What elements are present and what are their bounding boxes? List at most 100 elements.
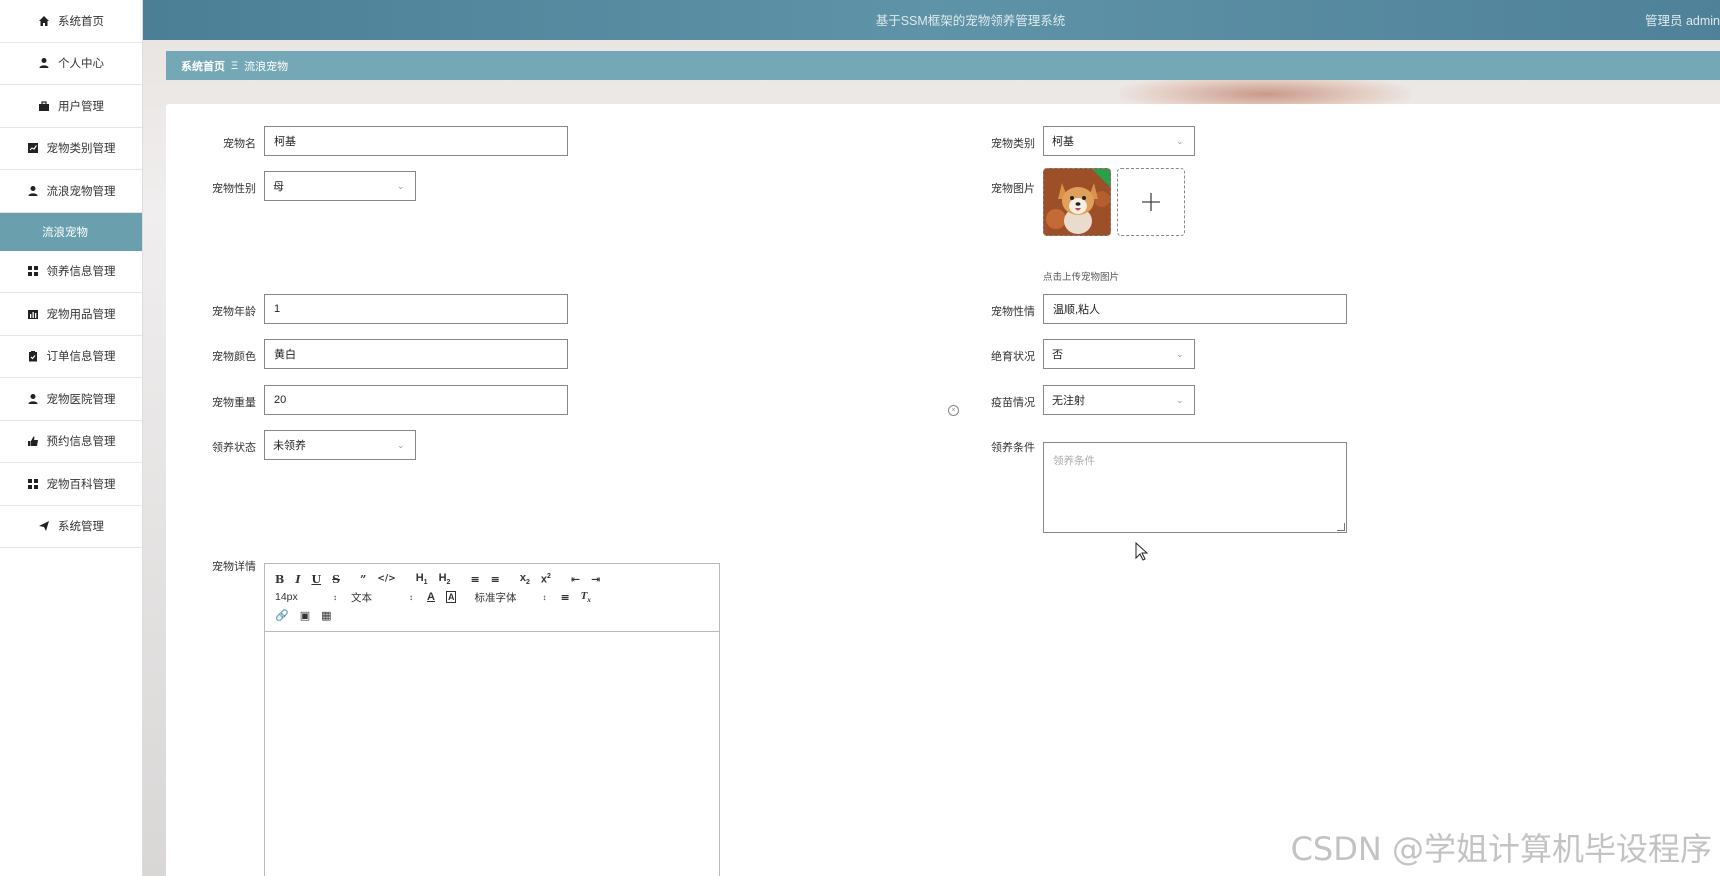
vaccine-select[interactable]: 无注射 ⌄ [1043, 385, 1195, 415]
upload-hint: 点击上传宠物图片 [1043, 272, 1120, 283]
bold-button[interactable]: B [275, 573, 284, 586]
sidebar-item-system[interactable]: 系统管理 [0, 506, 142, 548]
pet-gender-label: 宠物性别 [212, 183, 256, 195]
sidebar: 系统首页 个人中心 用户管理 宠物类别管理 流浪宠物管理 流浪宠物 领养信息管理… [0, 0, 143, 876]
pet-color-label: 宠物颜色 [212, 351, 256, 363]
h2-button[interactable]: H2 [439, 572, 451, 586]
watermark: CSDN @学姐计算机毕设程序 [1290, 830, 1712, 868]
sterilized-select[interactable]: 否 ⌄ [1043, 339, 1195, 369]
sidebar-item-orders[interactable]: 订单信息管理 [0, 336, 142, 378]
underline-button[interactable]: U [311, 573, 321, 586]
sidebar-item-pet-hospital[interactable]: 宠物医院管理 [0, 378, 142, 421]
superscript-button[interactable]: x2 [541, 573, 551, 586]
indent-icon[interactable]: ⇥ [591, 573, 600, 586]
sidebar-item-label: 宠物类别管理 [46, 143, 116, 156]
breadcrumb-home[interactable]: 系统首页 [181, 58, 225, 74]
plus-icon [1142, 193, 1160, 211]
pet-weight-input[interactable]: 20 [264, 385, 568, 415]
pet-gender-value: 母 [273, 181, 284, 193]
clear-format-icon[interactable]: Tx [581, 590, 591, 604]
editor-toolbar: B I U S ” </> H1 H2 ≡ ≡ x2 x2 ⇤ ⇥ 14px ↕ … [265, 564, 719, 632]
sidebar-item-pet-supplies[interactable]: 宠物用品管理 [0, 293, 142, 336]
sidebar-item-label: 流浪宠物 [42, 226, 88, 239]
resize-handle[interactable] [1337, 523, 1345, 531]
rich-text-editor: B I U S ” </> H1 H2 ≡ ≡ x2 x2 ⇤ ⇥ 14px ↕ … [264, 563, 720, 876]
mouse-cursor-icon [1135, 542, 1149, 561]
sidebar-item-appointments[interactable]: 预约信息管理 [0, 421, 142, 463]
toolbar-row: B I U S ” </> H1 H2 ≡ ≡ x2 x2 ⇤ ⇥ [275, 570, 709, 588]
chart-icon [27, 143, 38, 154]
bar-chart-icon [27, 309, 38, 319]
adopt-status-value: 未领养 [273, 440, 306, 452]
upload-image-button[interactable] [1117, 168, 1185, 236]
sidebar-item-label: 流浪宠物管理 [46, 185, 116, 198]
breadcrumb-separator: Ξ [231, 59, 239, 72]
outdent-icon[interactable]: ⇤ [571, 573, 580, 586]
sidebar-item-adoption[interactable]: 领养信息管理 [0, 251, 142, 293]
pet-name-label: 宠物名 [223, 138, 256, 150]
sidebar-item-home[interactable]: 系统首页 [0, 0, 142, 43]
font-family-select[interactable]: 标准字体 ↕ [474, 590, 546, 605]
corgi-photo [1044, 169, 1110, 235]
pet-name-input[interactable]: 柯基 [264, 126, 568, 156]
pet-image-label: 宠物图片 [991, 183, 1035, 195]
sidebar-item-pet-category[interactable]: 宠物类别管理 [0, 128, 142, 170]
font-color-icon[interactable]: A [427, 591, 435, 603]
pet-category-value: 柯基 [1052, 136, 1074, 148]
chevron-down-icon: ⌄ [1176, 349, 1184, 359]
pet-category-select[interactable]: 柯基 ⌄ [1043, 126, 1195, 156]
pet-temper-input[interactable]: 温顺,粘人 [1043, 294, 1347, 324]
grid-icon [27, 478, 38, 489]
sidebar-item-pet-wiki[interactable]: 宠物百科管理 [0, 463, 142, 506]
sidebar-item-profile[interactable]: 个人中心 [0, 43, 142, 85]
vaccine-value: 无注射 [1052, 395, 1085, 407]
editor-content-area[interactable] [265, 632, 719, 876]
subscript-button[interactable]: x2 [520, 572, 530, 586]
align-icon[interactable]: ≡ [560, 591, 569, 604]
chevron-down-icon: ⌄ [1176, 136, 1184, 146]
chevron-down-icon: ⌄ [397, 440, 405, 450]
sidebar-item-label: 宠物医院管理 [46, 393, 116, 406]
blockquote-button[interactable]: ” [360, 573, 366, 586]
clear-icon[interactable]: × [948, 405, 959, 416]
image-icon[interactable]: ▣ [300, 609, 310, 622]
background-color-icon[interactable]: A [445, 591, 457, 603]
pet-color-input[interactable]: 黄白 [264, 339, 568, 369]
breadcrumb-current: 流浪宠物 [244, 60, 289, 73]
grid-icon [27, 266, 38, 277]
adopt-status-select[interactable]: 未领养 ⌄ [264, 430, 416, 460]
strike-button[interactable]: S [332, 573, 340, 586]
h1-button[interactable]: H1 [416, 572, 428, 586]
sidebar-item-label: 领养信息管理 [46, 266, 116, 279]
italic-button[interactable]: I [295, 573, 300, 586]
updown-icon: ↕ [333, 592, 337, 602]
pet-age-input[interactable]: 1 [264, 294, 568, 324]
font-size-select[interactable]: 14px ↕ [275, 591, 337, 603]
adopt-status-label: 领养状态 [212, 442, 256, 454]
text-type-select[interactable]: 文本 ↕ [351, 590, 413, 605]
user-icon [39, 58, 49, 69]
adopt-condition-textarea[interactable]: 领养条件 [1043, 442, 1347, 533]
current-user[interactable]: 管理员 admin [1645, 10, 1720, 29]
pet-image-thumbnail[interactable] [1043, 168, 1111, 236]
ordered-list-icon[interactable]: ≡ [470, 573, 479, 586]
sidebar-item-label: 预约信息管理 [46, 436, 116, 449]
updown-icon: ↕ [409, 592, 413, 602]
sidebar-item-label: 订单信息管理 [46, 351, 116, 364]
pet-age-label: 宠物年龄 [212, 306, 256, 318]
pet-category-label: 宠物类别 [991, 138, 1035, 150]
toolbar-row: 14px ↕ 文本 ↕ A A 标准字体 ↕ ≡ Tx [275, 588, 709, 606]
clipboard-icon [28, 351, 37, 362]
pet-gender-select[interactable]: 母 ⌄ [264, 171, 416, 201]
chevron-down-icon: ⌄ [397, 181, 405, 191]
sidebar-item-stray-pet-manage[interactable]: 流浪宠物管理 [0, 170, 142, 213]
sidebar-item-users[interactable]: 用户管理 [0, 85, 142, 128]
font-size-value: 14px [275, 591, 298, 603]
link-icon[interactable]: 🔗 [275, 609, 289, 622]
bullet-list-icon[interactable]: ≡ [491, 573, 500, 586]
video-icon[interactable]: ▦ [321, 609, 331, 622]
adopt-condition-label: 领养条件 [991, 442, 1035, 454]
sidebar-item-label: 系统管理 [58, 521, 104, 534]
code-button[interactable]: </> [377, 574, 395, 584]
sidebar-subitem-stray-pet[interactable]: 流浪宠物 [0, 212, 142, 251]
